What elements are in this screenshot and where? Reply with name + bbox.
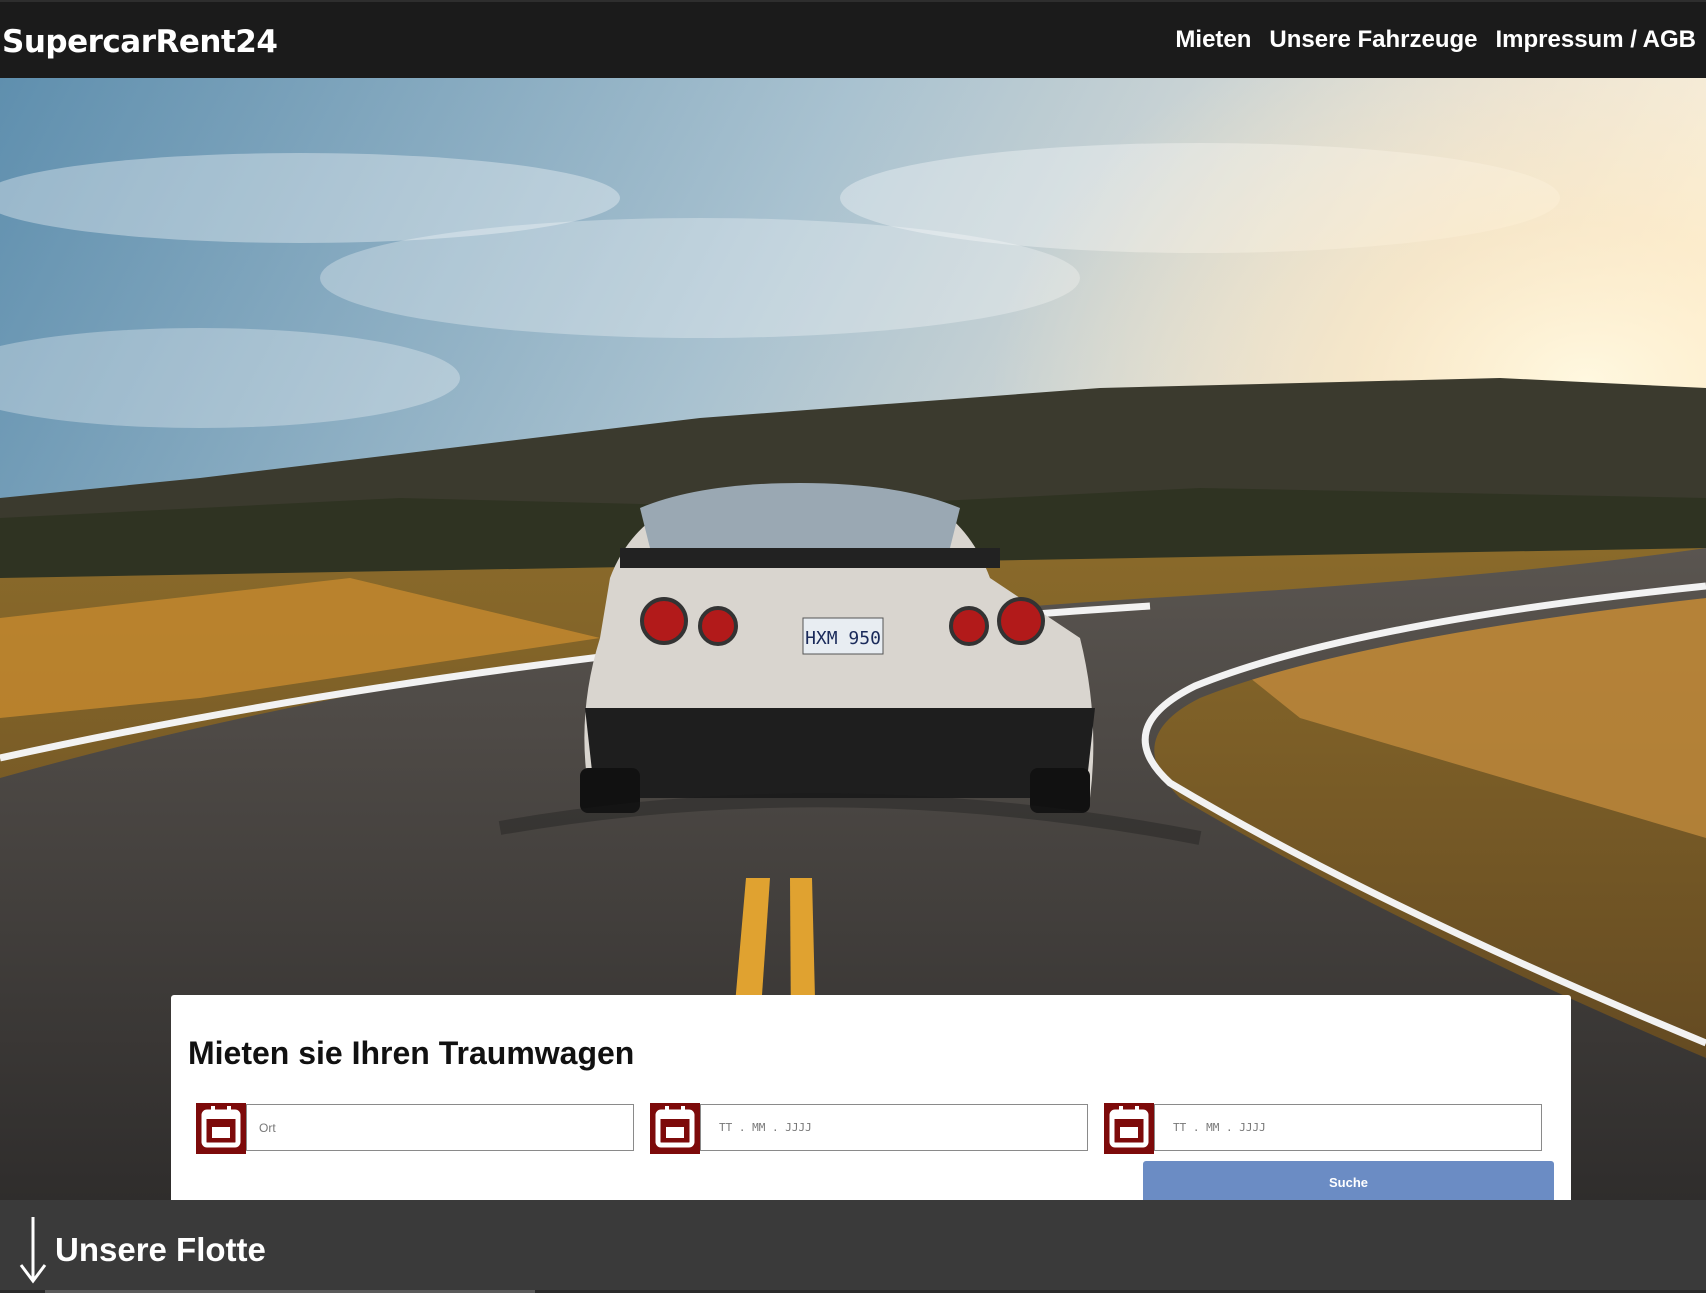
nav-link-mieten[interactable]: Mieten [1175, 26, 1251, 54]
calendar-icon [196, 1103, 246, 1154]
start-date-input[interactable] [700, 1104, 1088, 1151]
fleet-section: Unsere Flotte [0, 1200, 1706, 1293]
nav-link-unsere-fahrzeuge[interactable]: Unsere Fahrzeuge [1269, 26, 1477, 54]
search-form: Mieten sie Ihren Traumwagen Ort TT . MM … [171, 995, 1571, 1200]
arrow-down-icon[interactable] [18, 1215, 48, 1290]
location-input[interactable] [246, 1104, 634, 1151]
calendar-icon [650, 1103, 700, 1154]
fleet-title: Unsere Flotte [55, 1231, 266, 1268]
hero-banner: HXM 950 Mieten sie Ihren Traumwagen Ort … [0, 78, 1706, 1200]
calendar-icon [1104, 1103, 1154, 1154]
nav-menu: Mieten Unsere Fahrzeuge Impressum / AGB [1175, 26, 1696, 54]
nav-link-impressum-agb[interactable]: Impressum / AGB [1496, 26, 1697, 54]
search-button[interactable]: Suche [1143, 1161, 1554, 1200]
brand-logo[interactable]: SupercarRent24 [2, 24, 278, 60]
license-plate: HXM 950 [805, 628, 881, 649]
search-title: Mieten sie Ihren Traumwagen [188, 1035, 635, 1071]
end-date-input[interactable] [1154, 1104, 1542, 1151]
navbar: SupercarRent24 Mieten Unsere Fahrzeuge I… [0, 0, 1706, 78]
